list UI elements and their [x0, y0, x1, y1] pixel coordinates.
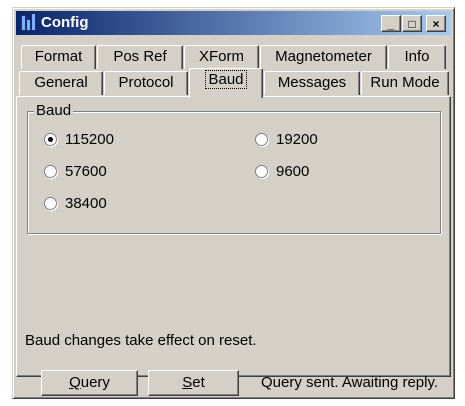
radio-circle-icon — [255, 133, 268, 146]
tab-label: Pos Ref — [113, 48, 167, 65]
tab-info[interactable]: Info — [388, 45, 446, 69]
radio-label: 115200 — [65, 131, 114, 148]
tab-label: Baud — [205, 70, 247, 89]
radio-115200[interactable]: 115200 — [44, 131, 114, 148]
set-button[interactable]: Set — [148, 370, 239, 396]
radio-9600[interactable]: 9600 — [255, 163, 309, 180]
baud-group: Baud 115200 19200 57600 9600 38400 — [27, 102, 441, 234]
tab-label: Messages — [277, 74, 347, 91]
tab-label: XForm — [199, 48, 244, 65]
tab-protocol[interactable]: Protocol — [104, 71, 188, 95]
tab-messages[interactable]: Messages — [264, 71, 360, 95]
maximize-button[interactable]: □ — [402, 15, 422, 32]
tab-label: Format — [34, 48, 83, 65]
tab-label: Info — [404, 48, 430, 65]
set-label: et — [192, 374, 205, 391]
set-accelerator: S — [182, 374, 193, 391]
radio-label: 38400 — [65, 195, 107, 212]
status-text: Query sent. Awaiting reply. — [261, 374, 439, 391]
tab-run-mode[interactable]: Run Mode — [361, 71, 449, 95]
query-button[interactable]: Query — [41, 370, 138, 396]
tab-label: Protocol — [118, 74, 174, 91]
tab-format[interactable]: Format — [21, 45, 96, 69]
query-label: uery — [80, 374, 110, 391]
title-bar[interactable]: Config _ □ × — [16, 11, 451, 35]
radio-label: 19200 — [276, 131, 318, 148]
minimize-button[interactable]: _ — [381, 15, 401, 32]
tab-label: Run Mode — [370, 74, 440, 91]
radio-circle-icon — [44, 165, 57, 178]
radio-circle-icon — [255, 165, 268, 178]
query-accelerator: Q — [69, 374, 81, 391]
tab-label: General — [34, 74, 88, 91]
tab-magnetometer[interactable]: Magnetometer — [260, 45, 387, 69]
app-icon — [20, 13, 38, 32]
radio-19200[interactable]: 19200 — [255, 131, 318, 148]
tab-label: Magnetometer — [275, 48, 372, 65]
tab-baud[interactable]: Baud — [189, 68, 263, 98]
radio-label: 57600 — [65, 163, 107, 180]
window-title: Config — [41, 14, 89, 31]
radio-label: 9600 — [276, 163, 310, 180]
tab-general[interactable]: General — [19, 71, 103, 95]
radio-dot-icon — [44, 133, 57, 146]
radio-circle-icon — [44, 197, 57, 210]
group-legend: Baud — [34, 102, 74, 119]
radio-57600[interactable]: 57600 — [44, 163, 107, 180]
tab-xform[interactable]: XForm — [184, 45, 259, 69]
tab-pos-ref[interactable]: Pos Ref — [97, 45, 183, 69]
baud-note: Baud changes take effect on reset. — [25, 332, 257, 349]
radio-38400[interactable]: 38400 — [44, 195, 107, 212]
close-button[interactable]: × — [426, 15, 446, 32]
config-window: Config _ □ × Format Pos Ref XForm Magnet… — [12, 7, 455, 399]
